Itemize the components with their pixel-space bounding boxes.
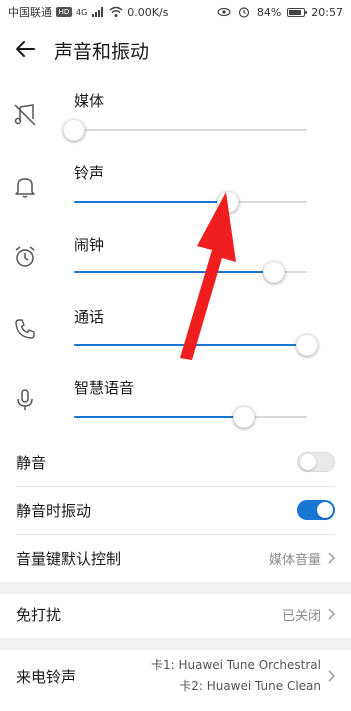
mute-label: 静音	[16, 453, 47, 472]
header: 声音和振动	[0, 24, 351, 76]
call-volume-slider[interactable]	[74, 334, 318, 356]
signal-icon	[92, 7, 104, 17]
volume-row-media: 媒体	[0, 90, 351, 162]
media-muted-icon	[14, 104, 36, 126]
wifi-icon	[109, 6, 123, 17]
do-not-disturb-label: 免打扰	[16, 605, 62, 624]
smart-voice-volume-slider[interactable]	[74, 406, 307, 428]
volume-key-default-value: 媒体音量	[268, 552, 321, 568]
chevron-right-icon	[328, 552, 335, 564]
network-speed: 0.00K/s	[127, 5, 169, 19]
vibrate-on-mute-toggle[interactable]	[297, 500, 335, 520]
volume-label-smart-voice: 智慧语音	[74, 379, 135, 397]
slider-thumb[interactable]	[263, 261, 286, 283]
ringtone-sim1: 卡1: Huawei Tune Orchestral	[150, 658, 321, 672]
bell-icon	[15, 178, 35, 198]
page-title: 声音和振动	[54, 41, 150, 63]
do-not-disturb-row[interactable]: 免打扰 已关闭	[0, 590, 351, 638]
alarm-status-icon	[238, 7, 249, 18]
ringtone-row[interactable]: 来电铃声 卡1: Huawei Tune Orchestral 卡2: Huaw…	[0, 648, 351, 704]
slider-thumb[interactable]	[63, 119, 85, 141]
network-type: 4G	[76, 7, 88, 17]
carrier-name: 中国联通	[8, 6, 52, 19]
alarm-volume-slider[interactable]	[74, 261, 307, 283]
ringtone-volume-slider[interactable]	[74, 191, 307, 213]
clock: 20:57	[311, 5, 343, 19]
hd-badge: HD	[56, 7, 72, 17]
vibrate-on-mute-row[interactable]: 静音时振动	[0, 486, 351, 534]
alarm-clock-icon	[15, 246, 35, 267]
battery-icon	[287, 7, 308, 17]
chevron-right-icon	[328, 670, 335, 682]
volume-key-default-label: 音量键默认控制	[16, 549, 122, 568]
volume-label-alarm: 闹钟	[74, 236, 105, 254]
media-volume-slider[interactable]	[63, 119, 307, 141]
volume-label-call: 通话	[74, 308, 105, 326]
status-bar: 中国联通 HD 4G 0.00K/s 84% 20:57	[0, 0, 351, 24]
phone-icon	[15, 319, 35, 339]
slider-thumb[interactable]	[233, 406, 256, 428]
slider-thumb[interactable]	[216, 191, 239, 213]
volume-key-default-row[interactable]: 音量键默认控制 媒体音量	[0, 534, 351, 582]
ringtone-sim2: 卡2: Huawei Tune Clean	[179, 679, 321, 693]
ringtone-label: 来电铃声	[16, 667, 77, 686]
eye-comfort-icon	[217, 7, 231, 17]
chevron-right-icon	[328, 608, 335, 620]
slider-thumb[interactable]	[296, 334, 318, 356]
back-arrow-icon[interactable]	[12, 36, 38, 62]
vibrate-on-mute-label: 静音时振动	[16, 501, 92, 520]
mute-row[interactable]: 静音	[0, 438, 351, 486]
battery-percent: 84%	[256, 5, 282, 19]
mute-toggle[interactable]	[297, 452, 335, 472]
microphone-icon	[17, 389, 33, 410]
status-bar-left: 中国联通 HD 4G 0.00K/s	[8, 4, 168, 20]
do-not-disturb-value: 已关闭	[281, 608, 321, 624]
volume-label-media: 媒体	[74, 92, 105, 110]
status-bar-right: 84% 20:57	[217, 6, 343, 19]
